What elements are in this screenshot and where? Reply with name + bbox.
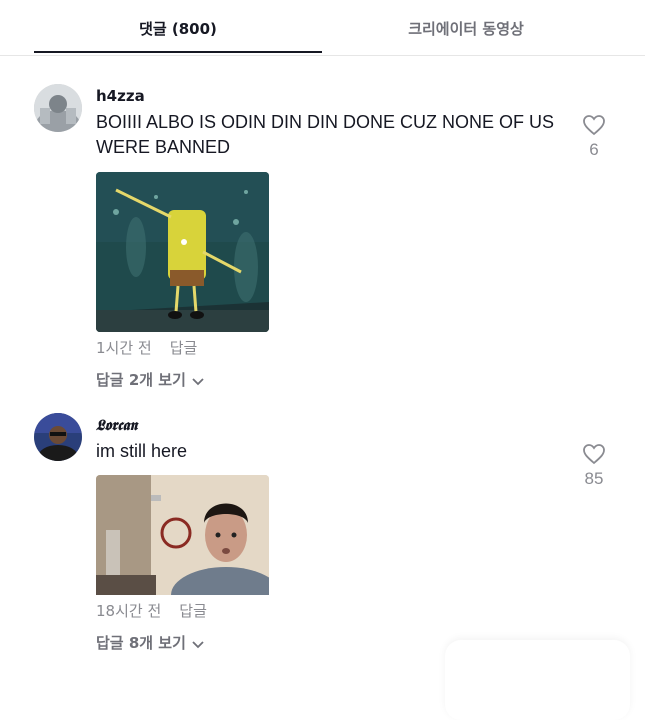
chevron-down-icon [192,635,204,653]
active-tab-indicator [34,51,322,53]
comment-username[interactable]: 𝕷𝖔𝖗𝖈𝖆𝖓 [96,416,137,434]
comment-text: im still here [96,441,188,461]
avatar[interactable] [34,84,82,132]
comment-text: BOIIII ALBO IS ODIN DIN DIN DONE CUZ NON… [96,112,555,157]
heart-outline-icon [582,115,606,140]
reply-button[interactable]: 답글 [179,602,207,620]
heart-outline-icon [582,444,606,469]
avatar[interactable] [34,413,82,461]
comment-timestamp: 18시간 전 [96,602,162,620]
tab-creator-videos[interactable]: 크리에이터 동영상 [322,18,610,39]
chevron-down-icon [192,372,204,390]
reply-button[interactable]: 답글 [170,339,198,357]
comment-gif[interactable] [96,172,269,332]
like-count: 85 [584,469,604,488]
view-replies-label: 답글 8개 보기 [96,634,186,652]
view-replies-label: 답글 2개 보기 [96,371,186,389]
like-button[interactable]: 6 [578,114,610,160]
view-replies-button[interactable]: 답글 2개 보기 [96,369,204,390]
view-replies-button[interactable]: 답글 8개 보기 [96,632,204,653]
comment-meta: 18시간 전 답글 [96,600,207,621]
comment-username[interactable]: h4zza [96,87,145,105]
comment-tabs: 댓글 (800) 크리에이터 동영상 [0,0,645,56]
comment-timestamp: 1시간 전 [96,339,152,357]
like-button[interactable]: 85 [578,443,610,489]
tab-comments[interactable]: 댓글 (800) [34,18,322,39]
comment-meta: 1시간 전 답글 [96,337,197,358]
floating-panel-edge [445,640,630,720]
like-count: 6 [589,140,599,159]
